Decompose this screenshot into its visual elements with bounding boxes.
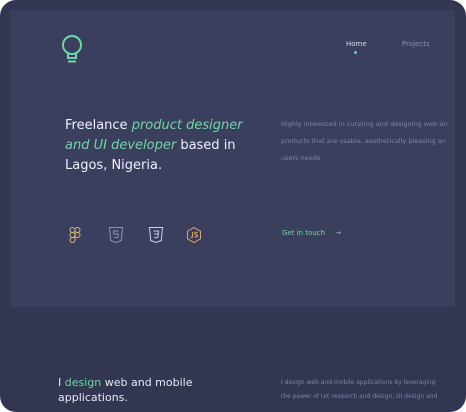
arrow-right-icon: → (335, 229, 341, 237)
section-title: I design web and mobile applications. (58, 375, 208, 405)
hero-headline: Freelance product designer and UI develo… (65, 116, 250, 176)
intro-line: Highly interested in curating and design… (281, 120, 448, 128)
cta-label: Get in touch (282, 229, 326, 237)
css3-icon (148, 227, 164, 244)
nav-home[interactable]: Home (346, 40, 367, 48)
top-nav: Home Projects (346, 40, 446, 60)
nodejs-icon (187, 226, 201, 244)
intro-line: users needs. (281, 154, 323, 162)
description-line: the power of UX research and design, UI … (281, 393, 438, 400)
html5-icon (108, 227, 124, 244)
intro-line: products that are usable, aesthetically … (281, 137, 446, 145)
description-line: I design web and mobile applications by … (281, 379, 436, 386)
nav-active-indicator (354, 51, 357, 54)
hero-intro: Highly interested in curating and design… (281, 116, 455, 167)
get-in-touch-button[interactable]: Get in touch → (282, 229, 341, 237)
section-description: I design web and mobile applications by … (281, 376, 456, 404)
title-prefix: I (58, 376, 65, 389)
hero-section: Home Projects Freelance product designer… (10, 10, 455, 307)
lightbulb-logo-icon[interactable] (59, 34, 85, 64)
title-highlight: design (64, 376, 102, 389)
nav-projects[interactable]: Projects (402, 40, 430, 48)
headline-prefix: Freelance (65, 118, 132, 133)
page: Home Projects Freelance product designer… (0, 0, 466, 412)
figma-icon (69, 227, 81, 243)
